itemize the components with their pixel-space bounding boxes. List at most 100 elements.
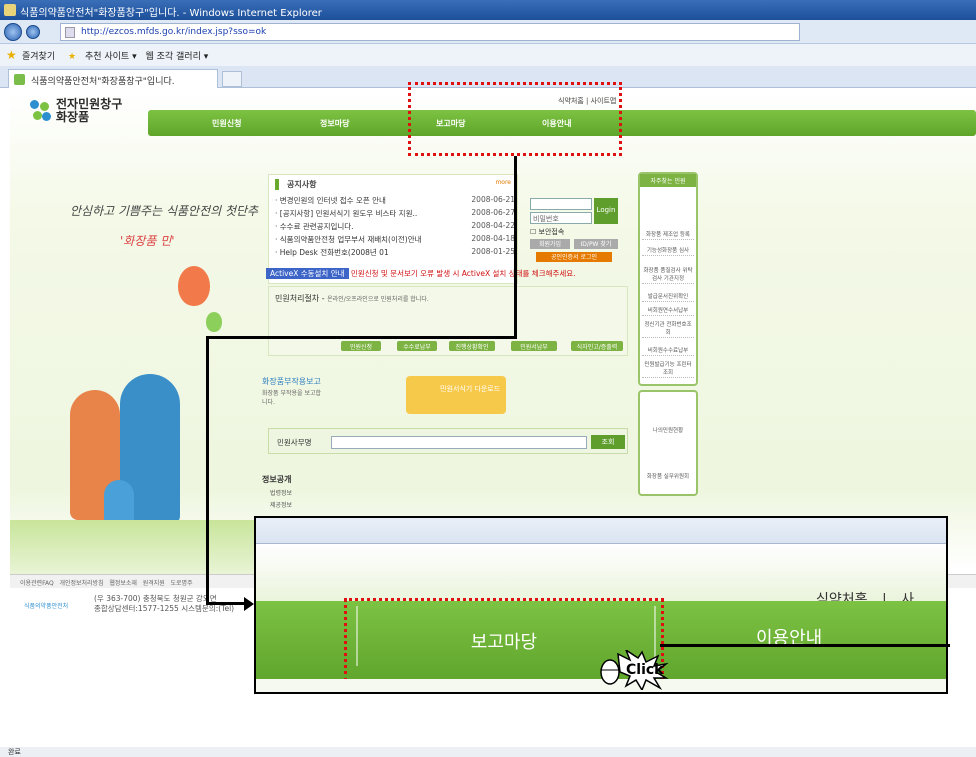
connector-line: [206, 336, 209, 604]
activex-warning: 민원신청 및 문서보기 오류 발생 시 ActiveX 설치 상태를 체크해주세…: [350, 269, 576, 278]
page-icon: [65, 27, 75, 38]
fav-webslice[interactable]: 웹 조각 갤러리 ▾: [145, 52, 208, 62]
zoom-callout: 식약처홈 | 사 보고마당 이용안내 Click: [254, 516, 950, 694]
side-quick-menu: 자주찾는 민원 화장품 제조업 등록 기능성화장품 심사 화장품 품질검사 위탁…: [638, 172, 698, 386]
login-button[interactable]: Login: [594, 198, 618, 224]
connector-line: [660, 644, 950, 647]
login-box: 비밀번호 Login ☐ 보안접속 회원가입 ID/PW 찾기 공인인증서 로그…: [530, 198, 620, 268]
slogan: 안심하고 기쁨주는 식품안전의 첫단추: [70, 204, 259, 218]
favorites-label[interactable]: 즐겨찾기: [22, 52, 55, 62]
click-indicator: Click: [596, 648, 696, 692]
connector-line: [206, 336, 517, 339]
secure-login-checkbox[interactable]: ☐ 보안접속: [530, 227, 564, 237]
report-desc: 화장품 부작용을 보고합니다.: [262, 390, 322, 406]
step-fee-button[interactable]: 수수료납부: [397, 341, 437, 351]
step-status-button[interactable]: 진행상황확인: [449, 341, 495, 351]
notice-item[interactable]: · Help Desk 전화번호(2008년 01 2008-01-25: [275, 247, 515, 258]
side-quick-menu-2: 나의민원현황 화장품 실무위원회: [638, 390, 698, 496]
step-doc-button[interactable]: 민원서납부: [511, 341, 557, 351]
my-status-link[interactable]: 나의민원현황: [642, 426, 694, 435]
side-title: 자주찾는 민원: [640, 174, 696, 187]
footer-link[interactable]: 개인정보처리방침: [59, 580, 103, 587]
footer-link[interactable]: 이용관련FAQ: [20, 580, 54, 587]
info-item-provide[interactable]: 제공정보: [270, 500, 292, 509]
id-input[interactable]: [530, 198, 592, 210]
footer-brand: 식품의약품안전처: [24, 603, 69, 610]
password-input[interactable]: 비밀번호: [530, 212, 592, 224]
favorites-star-icon[interactable]: ★: [6, 48, 17, 62]
footer-link[interactable]: 도로명주: [171, 580, 193, 587]
side-item[interactable]: 민원발급기능 프린터 조회: [642, 360, 694, 378]
forward-icon[interactable]: [26, 25, 40, 39]
slogan-sub: '화장품 민': [120, 234, 175, 248]
grass-illustration: [10, 520, 260, 574]
search-panel: 민원사무명 조회: [268, 428, 628, 454]
favorites-bar: ★ 즐겨찾기 ★ 추천 사이트 ▾ 웹 조각 갤러리 ▾: [0, 44, 976, 66]
process-title: 민원처리절차 - 온라인/오프라인으로 민원처리를 합니다.: [275, 294, 429, 303]
footer-link[interactable]: 원격지원: [143, 580, 165, 587]
connector-line: [206, 602, 246, 605]
search-button[interactable]: 조회: [591, 435, 625, 449]
new-tab-button[interactable]: [222, 71, 242, 87]
site-logo-icon[interactable]: [30, 100, 52, 122]
ie-icon: [4, 4, 16, 16]
notice-item[interactable]: · [공지사항] 민원서식기 원도우 비스타 지원.. 2008-06-27: [275, 208, 515, 219]
balloon-illustration: [178, 266, 210, 306]
footer-info: 식품의약품안전처 (우 363-700) 충청북도 청원군 강외면 종합상담센터…: [24, 594, 234, 613]
window-titlebar: 식품의약품안전처"화장품창구"입니다. - Windows Internet E…: [0, 0, 976, 20]
notice-more-link[interactable]: more: [495, 179, 511, 186]
highlight-box-top: [408, 82, 622, 156]
join-button[interactable]: 회원가입: [530, 239, 570, 249]
process-panel: 민원처리절차 - 온라인/오프라인으로 민원처리를 합니다. 민원신청 수수료납…: [268, 286, 628, 356]
tab-title: 식품의약품안전처"화장품창구"입니다.: [31, 77, 175, 87]
report-title[interactable]: 화장품부작용보고: [262, 376, 321, 387]
search-label: 민원사무명: [277, 438, 312, 447]
committee-link[interactable]: 화장품 실무위원회: [642, 472, 694, 481]
side-item[interactable]: 화장품 품질검사 위탁검사 기관지정: [642, 266, 694, 284]
logo-line2: 화장품: [56, 110, 90, 124]
zoom-top-area: 식약처홈 | 사: [256, 545, 946, 608]
activex-notice: ActiveX 수동설치 안내 민원신청 및 문서보기 오류 발생 시 Acti…: [266, 268, 622, 282]
notice-item[interactable]: · 변경민원의 인터넷 접수 오픈 안내 2008-06-21: [275, 195, 515, 206]
notice-title: 공지사항: [275, 179, 316, 190]
step-apply-button[interactable]: 민원신청: [341, 341, 381, 351]
side-item[interactable]: 발급문서진위확인: [642, 292, 694, 302]
activex-guide-button[interactable]: ActiveX 수동설치 안내: [266, 268, 349, 279]
window-title: 식품의약품안전처"화장품창구"입니다. - Windows Internet E…: [20, 8, 322, 19]
zoom-header: [256, 518, 946, 544]
download-banner[interactable]: 민원서식기 다운로드: [406, 376, 506, 414]
notice-item[interactable]: · 수수료 관련공지입니다. 2008-04-22: [275, 221, 515, 232]
find-idpw-button[interactable]: ID/PW 찾기: [574, 239, 618, 249]
site-logo-text[interactable]: 전자민원창구 화장품: [56, 98, 122, 124]
status-text: 완료: [8, 748, 21, 756]
balloon-illustration-small: [206, 312, 222, 332]
address-toolbar: http://ezcos.mfds.go.kr/index.jsp?sso=ok: [0, 20, 976, 44]
side-item[interactable]: 정신기관 전화번호조회: [642, 320, 694, 338]
side-item[interactable]: 화장품 제조업 등록: [642, 230, 694, 240]
info-item-law[interactable]: 법령정보: [270, 488, 292, 497]
footer-link[interactable]: 웹정보소재: [109, 580, 137, 587]
side-item[interactable]: 기능성화장품 심사: [642, 246, 694, 256]
address-input[interactable]: http://ezcos.mfds.go.kr/index.jsp?sso=ok: [60, 23, 800, 41]
nav-apply[interactable]: 민원신청: [212, 118, 241, 129]
status-bar: 완료: [0, 747, 976, 757]
fav-recommended[interactable]: 추천 사이트 ▾: [85, 52, 137, 62]
side-item[interactable]: 비회원연수서납부: [642, 306, 694, 316]
cert-login-button[interactable]: 공인인증서 로그인: [536, 252, 612, 262]
footer-address: (우 363-700) 충청북도 청원군 강외면: [94, 594, 217, 603]
site-favicon: [14, 74, 25, 85]
nav-info[interactable]: 정보마당: [320, 118, 349, 129]
add-favorite-icon[interactable]: ★: [68, 52, 76, 62]
info-title: 정보공개: [262, 475, 292, 484]
tab-current[interactable]: 식품의약품안전처"화장품창구"입니다.: [8, 69, 218, 88]
search-input[interactable]: [331, 436, 587, 449]
connector-line: [514, 156, 517, 336]
footer-contact: 종합상담센터:1577-1255 시스템문의:(Tel): [94, 604, 235, 613]
step-print-button[interactable]: 식자인고/증출력: [571, 341, 623, 351]
side-item[interactable]: 비회원수수료납부: [642, 346, 694, 356]
click-label: Click: [626, 662, 664, 678]
arrow-head-icon: [244, 597, 254, 611]
url-text: http://ezcos.mfds.go.kr/index.jsp?sso=ok: [81, 27, 267, 37]
back-icon[interactable]: [4, 23, 22, 41]
notice-item[interactable]: · 식품의약품안전청 업무부서 재배치(이전)안내 2008-04-18: [275, 234, 515, 245]
